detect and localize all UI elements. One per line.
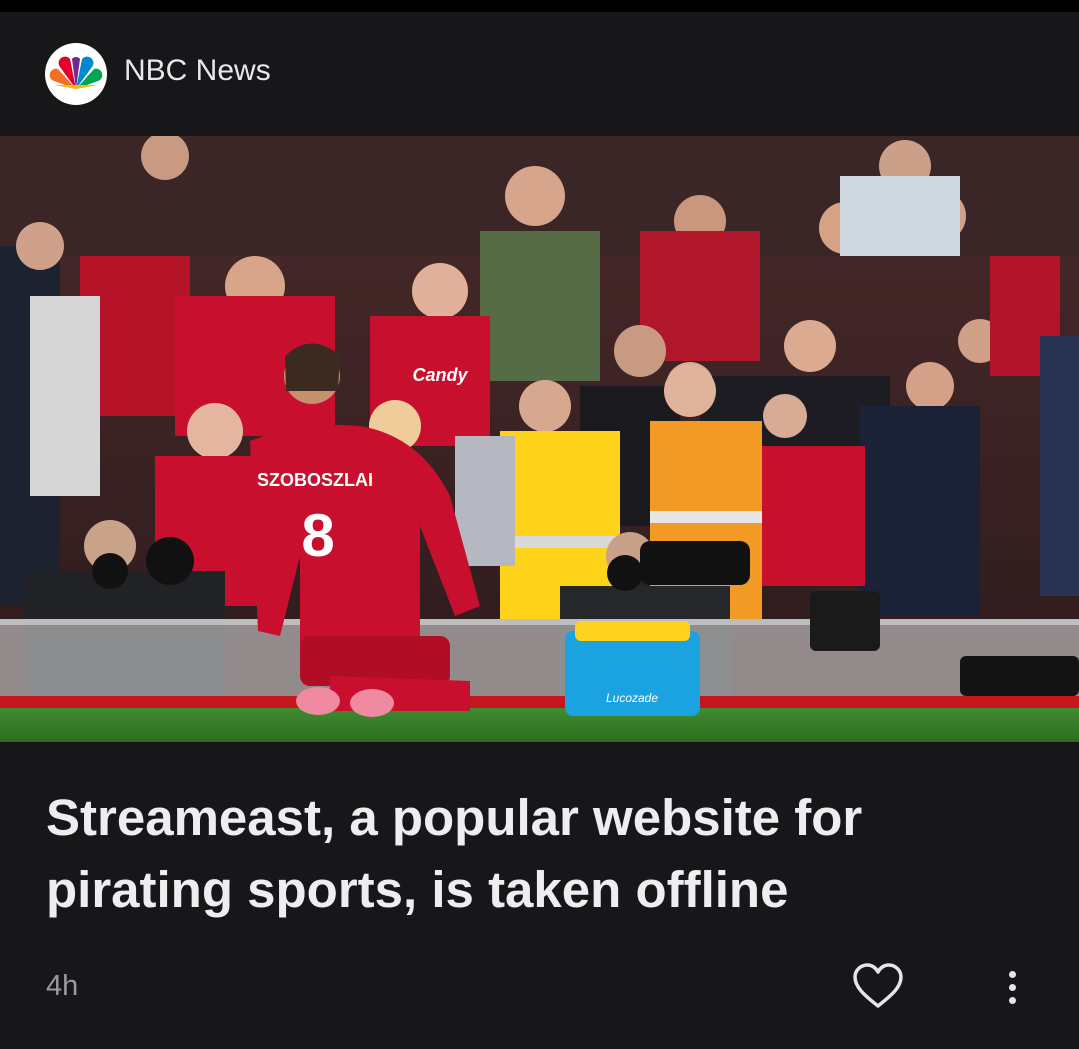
more-vertical-icon[interactable] — [996, 962, 1028, 1012]
headline-line-1: Streameast, a popular website for — [46, 789, 863, 846]
news-card[interactable]: NBC News Lucozade SZOBOSZLAI 8 Candy Str… — [0, 12, 1079, 1049]
cooler-brand-text: Lucozade — [606, 691, 658, 705]
dot — [1008, 983, 1016, 991]
headline-line-2: pirating sports, is taken offline — [46, 861, 789, 918]
card-header: NBC News — [0, 12, 1079, 136]
article-age: 4h — [46, 970, 79, 1002]
jersey-number-text: 8 — [301, 502, 334, 569]
nbc-peacock-icon[interactable] — [45, 43, 107, 105]
lucozade-cooler: Lucozade — [565, 621, 700, 716]
dot — [1008, 996, 1016, 1004]
shirt-sponsor-text: Candy — [412, 365, 468, 385]
article-image[interactable]: Lucozade SZOBOSZLAI 8 Candy — [0, 136, 1079, 742]
article-headline[interactable]: Streameast, a popular website for pirati… — [46, 782, 1026, 926]
heart-outline-icon[interactable] — [852, 962, 904, 1010]
jersey-name-text: SZOBOSZLAI — [257, 470, 373, 490]
dot — [1008, 970, 1016, 978]
publisher-name[interactable]: NBC News — [124, 54, 271, 88]
